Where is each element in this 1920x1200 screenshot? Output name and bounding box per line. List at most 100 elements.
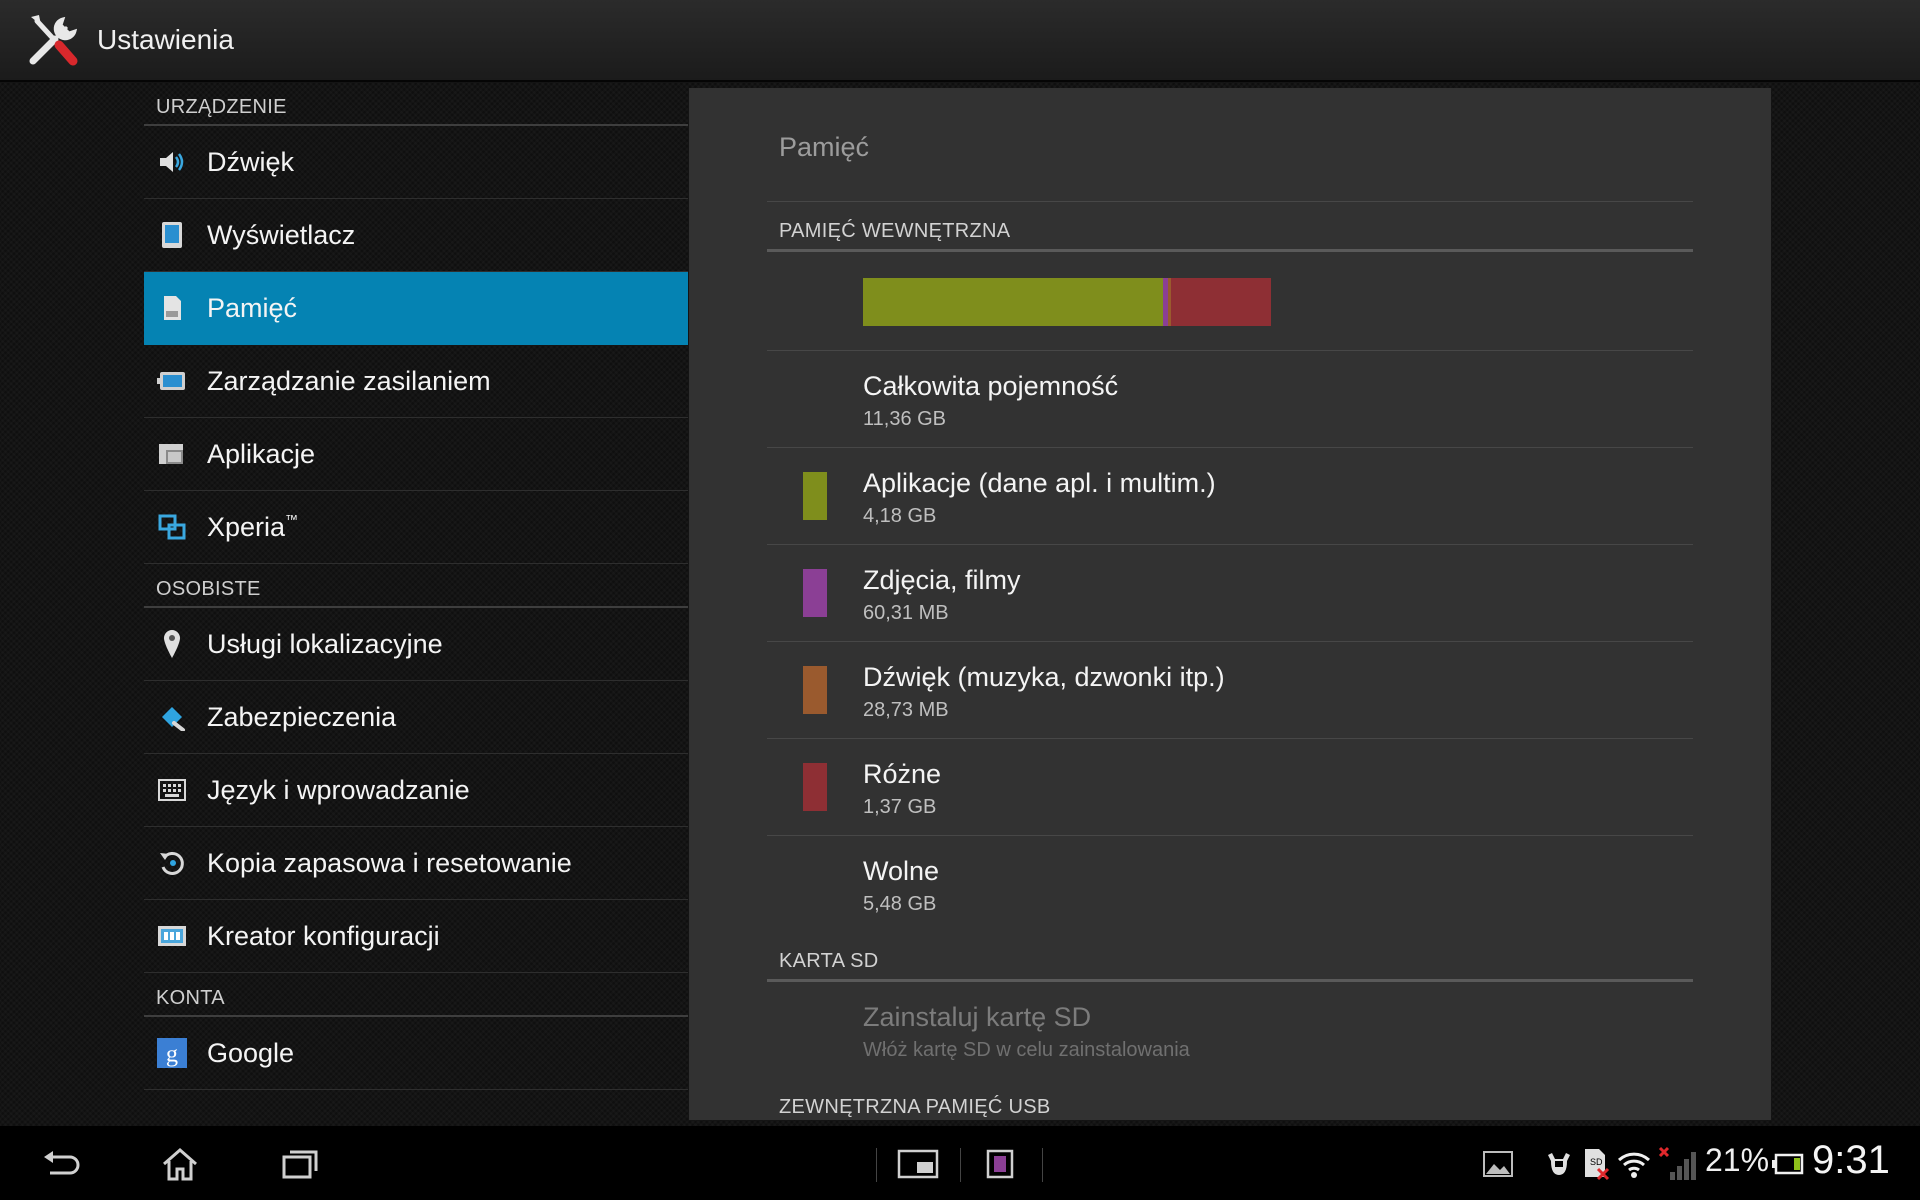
row-value: 4,18 GB: [863, 505, 937, 527]
color-swatch: [803, 472, 827, 520]
navigation-bar: SD 21% 9:31: [0, 1126, 1920, 1200]
storage-usage-bar: [863, 278, 1279, 326]
lock-icon: [157, 702, 187, 732]
section-header-accounts: KONTA: [144, 973, 688, 1017]
svg-text:g: g: [166, 1040, 178, 1067]
sidebar-item-power[interactable]: Zarządzanie zasilaniem: [144, 345, 688, 418]
sidebar-item-backup[interactable]: Kopia zapasowa i resetowanie: [144, 827, 688, 900]
sidebar-item-google[interactable]: g Google: [144, 1017, 688, 1090]
divider: [1042, 1148, 1043, 1182]
battery-status-icon: [1772, 1146, 1804, 1182]
row-value: 11,36 GB: [863, 408, 947, 430]
divider: [767, 201, 1693, 202]
list-item-apps-storage[interactable]: Aplikacje (dane apl. i multim.) 4,18 GB: [767, 447, 1693, 544]
settings-list: URZĄDZENIE Dźwięk Wyświetlacz Pamięć Zar…: [144, 82, 688, 1090]
sidebar-item-label: Zarządzanie zasilaniem: [207, 365, 491, 396]
storage-icon: [157, 293, 187, 323]
page-title: Ustawienia: [97, 24, 234, 55]
sidebar-item-label: Zabezpieczenia: [207, 701, 397, 732]
sidebar-item-location[interactable]: Usługi lokalizacyjne: [144, 608, 688, 681]
back-arrow-icon: [44, 1151, 80, 1175]
row-title: Wolne: [863, 856, 940, 886]
wifi-icon: [1616, 1146, 1652, 1182]
row-title: Dźwięk (muzyka, dzwonki itp.): [863, 662, 1225, 692]
row-title: Zdjęcia, filmy: [863, 565, 1021, 595]
sidebar-item-label: Aplikacje: [207, 438, 316, 469]
section-header-usb-storage: ZEWNĘTRZNA PAMIĘĆ USB: [767, 1082, 1693, 1120]
section-header-label: PAMIĘĆ WEWNĘTRZNA: [779, 220, 1011, 242]
row-value: 28,73 MB: [863, 699, 949, 721]
small-app-shortcut-icon: [986, 1149, 1014, 1179]
section-header-device: URZĄDZENIE: [144, 82, 688, 126]
panel-title: Pamięć: [779, 132, 870, 162]
home-button[interactable]: [152, 1136, 208, 1192]
sidebar-item-label: Wyświetlacz: [207, 219, 356, 250]
backup-restore-icon: [157, 848, 187, 878]
small-app-button[interactable]: [890, 1136, 946, 1192]
sidebar-item-xperia[interactable]: Xperia™: [144, 491, 688, 564]
battery-icon: [157, 366, 187, 396]
sidebar-item-label: Xperia™: [207, 511, 299, 542]
gallery-notification-icon[interactable]: [1482, 1146, 1514, 1182]
sidebar-item-label: Google: [207, 1037, 295, 1068]
back-button[interactable]: [32, 1136, 88, 1192]
row-value: 5,48 GB: [863, 893, 937, 915]
sidebar-item-security[interactable]: Zabezpieczenia: [144, 681, 688, 754]
settings-tools-icon[interactable]: [25, 11, 83, 69]
setup-wizard-icon: [157, 921, 187, 951]
clock: 9:31: [1812, 1138, 1890, 1182]
row-value: 60,31 MB: [863, 602, 949, 624]
row-value: 1,37 GB: [863, 796, 937, 818]
storage-panel: Pamięć PAMIĘĆ WEWNĘTRZNA Całkowita pojem…: [689, 88, 1771, 1120]
color-swatch: [803, 569, 827, 617]
recent-apps-icon: [282, 1150, 318, 1179]
svg-text:SD: SD: [1590, 1157, 1603, 1167]
mount-sd-card-item: Zainstaluj kartę SD Włóż kartę SD w celu…: [767, 982, 1693, 1079]
usb-debug-icon: [1544, 1146, 1574, 1182]
row-title: Całkowita pojemność: [863, 371, 1119, 401]
sidebar-item-display[interactable]: Wyświetlacz: [144, 199, 688, 272]
color-swatch: [803, 763, 827, 811]
usage-segment-misc: [1170, 278, 1271, 326]
small-app-shortcut-button[interactable]: [972, 1136, 1028, 1192]
list-item-misc-storage[interactable]: Różne 1,37 GB: [767, 738, 1693, 835]
display-icon: [157, 220, 187, 250]
sidebar-item-setup-wizard[interactable]: Kreator konfiguracji: [144, 900, 688, 973]
row-title: Zainstaluj kartę SD: [863, 1002, 1092, 1032]
location-pin-icon: [157, 629, 187, 659]
row-title: Aplikacje (dane apl. i multim.): [863, 468, 1216, 498]
section-header-internal: PAMIĘĆ WEWNĘTRZNA: [767, 206, 1693, 252]
list-item-photos-storage[interactable]: Zdjęcia, filmy 60,31 MB: [767, 544, 1693, 641]
section-header-sd-card: KARTA SD: [767, 936, 1693, 982]
small-app-window-icon: [897, 1149, 939, 1179]
section-header-personal: OSOBISTE: [144, 564, 688, 608]
divider: [876, 1148, 877, 1182]
sidebar-item-label: Język i wprowadzanie: [207, 774, 470, 805]
list-item-audio-storage[interactable]: Dźwięk (muzyka, dzwonki itp.) 28,73 MB: [767, 641, 1693, 738]
sidebar-item-storage[interactable]: Pamięć: [144, 272, 688, 345]
list-item-free-storage: Wolne 5,48 GB: [767, 835, 1693, 932]
no-signal-icon: [1658, 1146, 1698, 1182]
divider: [960, 1148, 961, 1182]
sidebar-item-label: Pamięć: [207, 292, 298, 323]
section-header-label: ZEWNĘTRZNA PAMIĘĆ USB: [779, 1096, 1051, 1118]
sidebar-item-language[interactable]: Język i wprowadzanie: [144, 754, 688, 827]
list-item-total-capacity: Całkowita pojemność 11,36 GB: [767, 350, 1693, 447]
color-swatch: [803, 666, 827, 714]
sidebar-item-sound[interactable]: Dźwięk: [144, 126, 688, 199]
sidebar-item-label: Kopia zapasowa i resetowanie: [207, 847, 572, 878]
recent-apps-button[interactable]: [272, 1136, 328, 1192]
home-icon: [163, 1148, 197, 1181]
battery-percent: 21%: [1705, 1142, 1770, 1178]
usage-segment-apps: [863, 278, 1163, 326]
no-sd-card-icon: SD: [1582, 1146, 1610, 1182]
row-title: Różne: [863, 759, 942, 789]
keyboard-icon: [157, 775, 187, 805]
sidebar-item-label: Dźwięk: [207, 146, 295, 177]
trademark-mark: ™: [285, 511, 299, 527]
sidebar-item-apps[interactable]: Aplikacje: [144, 418, 688, 491]
apps-icon: [157, 439, 187, 469]
speaker-icon: [157, 147, 187, 177]
row-value: Włóż kartę SD w celu zainstalowania: [863, 1039, 1190, 1061]
google-icon: g: [157, 1038, 187, 1068]
